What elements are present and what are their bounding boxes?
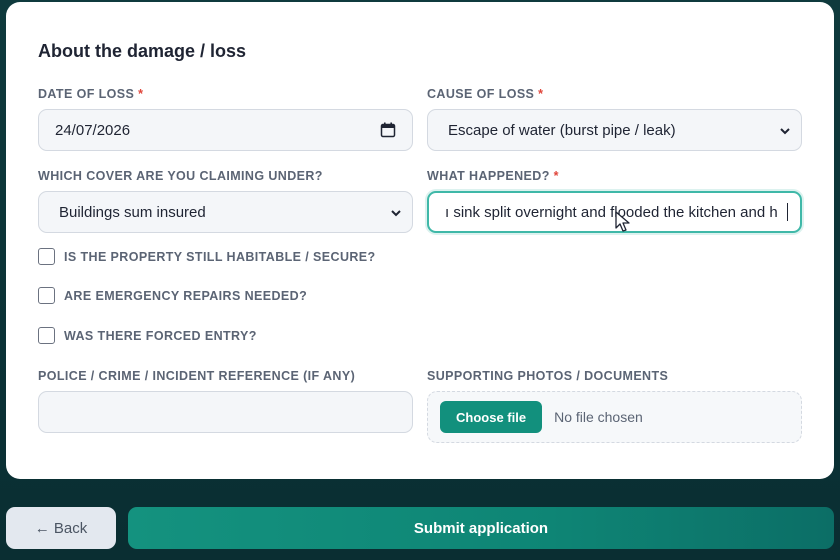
emergency-repairs-checkbox[interactable] <box>38 287 55 304</box>
date-of-loss-input[interactable]: 24/07/2026 <box>38 109 413 151</box>
cover-select[interactable]: Buildings sum insured <box>38 191 413 233</box>
forced-entry-checkbox-label: WAS THERE FORCED ENTRY? <box>64 328 257 343</box>
police-ref-input[interactable] <box>38 391 413 433</box>
cause-of-loss-label: CAUSE OF LOSS * <box>427 87 544 101</box>
mouse-cursor-icon <box>615 211 633 233</box>
text-caret <box>787 203 788 221</box>
required-mark: * <box>138 87 144 101</box>
date-of-loss-value: 24/07/2026 <box>55 121 131 139</box>
file-upload-dropzone[interactable]: Choose file No file chosen <box>427 391 802 443</box>
calendar-icon[interactable] <box>380 122 396 138</box>
chevron-down-icon <box>390 206 402 218</box>
checkbox-row-emergency-repairs[interactable]: ARE EMERGENCY REPAIRS NEEDED? <box>38 287 307 304</box>
required-mark: * <box>538 87 544 101</box>
cover-label: WHICH COVER ARE YOU CLAIMING UNDER? <box>38 169 323 183</box>
habitable-checkbox[interactable] <box>38 248 55 265</box>
cause-of-loss-select[interactable]: Escape of water (burst pipe / leak) <box>427 109 802 151</box>
cover-selected: Buildings sum insured <box>59 203 206 221</box>
habitable-checkbox-label: IS THE PROPERTY STILL HABITABLE / SECURE… <box>64 249 376 264</box>
forced-entry-checkbox[interactable] <box>38 327 55 344</box>
chevron-down-icon <box>779 124 791 136</box>
choose-file-button[interactable]: Choose file <box>440 401 543 433</box>
checkbox-row-forced-entry[interactable]: WAS THERE FORCED ENTRY? <box>38 327 257 344</box>
cause-of-loss-selected: Escape of water (burst pipe / leak) <box>448 121 676 139</box>
police-ref-label: POLICE / CRIME / INCIDENT REFERENCE (IF … <box>38 369 356 383</box>
checkbox-row-habitable[interactable]: IS THE PROPERTY STILL HABITABLE / SECURE… <box>38 248 376 265</box>
submit-button[interactable]: Submit application <box>128 507 834 549</box>
back-button[interactable]: ← Back <box>6 507 116 549</box>
date-of-loss-label: DATE OF LOSS * <box>38 87 144 101</box>
section-title: About the damage / loss <box>38 41 247 61</box>
file-status: No file chosen <box>554 409 643 425</box>
emergency-repairs-checkbox-label: ARE EMERGENCY REPAIRS NEEDED? <box>64 288 308 303</box>
what-happened-label: WHAT HAPPENED? * <box>427 169 559 183</box>
supporting-docs-label: SUPPORTING PHOTOS / DOCUMENTS <box>427 369 669 383</box>
required-mark: * <box>553 169 559 183</box>
